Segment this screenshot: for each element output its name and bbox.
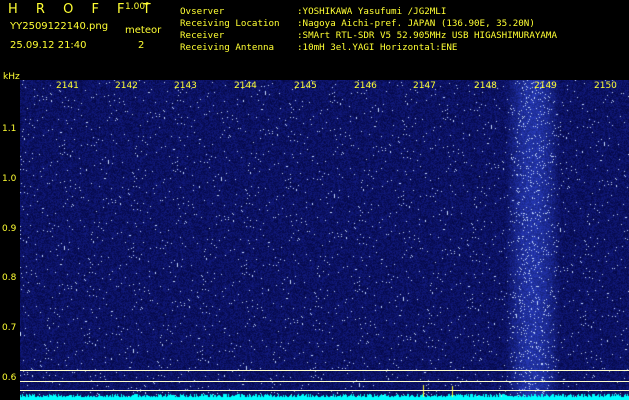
date-time: 25.09.12 21:40 [10,40,87,51]
x-tick-2144: 2144 [234,81,257,91]
x-tick-2147: 2147 [413,81,436,91]
reference-line-middle [20,381,629,382]
meteor-count: 2 [138,40,145,51]
location-value: :Nagoya Aichi-pref. JAPAN (136.90E, 35.2… [297,18,535,29]
y-tick-1.0: 1.0 [2,174,17,184]
y-tick-0.7: 0.7 [2,323,17,333]
receiver-value: :SMArt RTL-SDR V5 52.905MHz USB HIGASHIM… [297,30,557,41]
y-tick-0.9: 0.9 [2,224,17,234]
receiver-label: Receiver [180,30,225,41]
version-label: 1.00f [125,2,149,12]
x-tick-2142: 2142 [115,81,138,91]
y-tick-0.8: 0.8 [2,273,17,283]
y-tick-1.1: 1.1 [2,124,17,134]
spectrogram-noise [20,80,629,400]
x-tick-2146: 2146 [354,81,377,91]
antenna-value: :10mH 3el.YAGI Horizontal:ENE [297,42,458,53]
reference-line-lower [20,390,629,391]
location-label: Receiving Location [180,18,280,29]
x-tick-2141: 2141 [56,81,79,91]
meteor-label: meteor [125,25,162,36]
observer-label: Ovserver [180,6,225,17]
x-tick-2148: 2148 [474,81,497,91]
x-tick-2143: 2143 [174,81,197,91]
file-name: YY2509122140.png [10,21,109,32]
y-tick-0.6: 0.6 [2,373,17,383]
y-axis-unit: kHz [3,72,20,82]
spectrogram-plot [20,80,629,400]
observer-value: :YOSHIKAWA Yasufumi /JG2MLI [297,6,447,17]
x-tick-2145: 2145 [294,81,317,91]
reference-line-upper [20,370,629,371]
x-tick-2150: 2150 [594,81,617,91]
antenna-label: Receiving Antenna [180,42,275,53]
x-tick-2149: 2149 [534,81,557,91]
header-panel: H R O F F T 1.00f YY2509122140.png 25.09… [0,0,629,76]
